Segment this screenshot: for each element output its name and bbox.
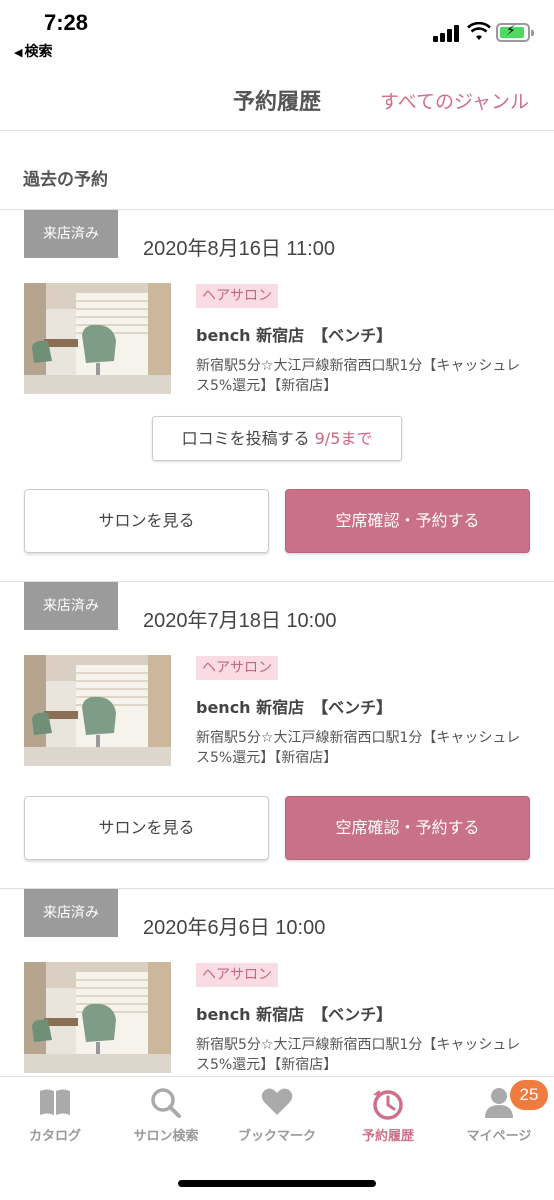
back-to-search-link[interactable]: ◀ 検索 [14, 41, 52, 61]
tab-reservation-history[interactable]: 予約履歴 [333, 1087, 443, 1144]
salon-thumbnail[interactable] [24, 283, 171, 394]
clock-icon [333, 1087, 443, 1121]
reservation-date: 2020年6月6日 10:00 [143, 917, 326, 939]
tab-label: サロン検索 [133, 1129, 199, 1144]
tab-salon-search[interactable]: サロン検索 [111, 1087, 221, 1144]
all-genres-link[interactable]: すべてのジャンル [380, 87, 529, 114]
tab-label: カタログ [28, 1129, 81, 1144]
heart-icon [222, 1087, 332, 1121]
status-time: 7:28 [44, 10, 89, 35]
salon-name[interactable]: bench 新宿店 【ベンチ】 [196, 694, 392, 718]
salon-thumbnail[interactable] [24, 655, 171, 766]
tab-catalog[interactable]: カタログ [0, 1087, 110, 1144]
reservation-date: 2020年8月16日 11:00 [143, 238, 335, 260]
search-icon [111, 1087, 221, 1121]
back-label: 検索 [24, 44, 53, 60]
view-salon-button[interactable]: サロンを見る [24, 489, 269, 553]
review-deadline: 9/5まで [314, 429, 373, 448]
notification-badge: 25 [510, 1080, 548, 1110]
salon-description: 新宿駅5分☆大江戸線新宿西口駅1分【キャッシュレス5%還元】【新宿店】 [196, 358, 521, 394]
status-bar: 7:28 ◀ 検索 ⚡ [0, 0, 554, 62]
genre-tag: ヘアサロン [196, 963, 278, 987]
review-label: 口コミを投稿する [181, 429, 310, 448]
section-title: 過去の予約 [23, 170, 108, 190]
tab-label: マイページ [466, 1129, 532, 1144]
reserve-button[interactable]: 空席確認・予約する [285, 489, 530, 553]
tab-label: 予約履歴 [361, 1129, 414, 1144]
reservation-date: 2020年7月18日 10:00 [143, 610, 337, 632]
post-review-button[interactable]: 口コミを投稿する 9/5まで [152, 416, 402, 461]
genre-tag: ヘアサロン [196, 656, 278, 680]
salon-description: 新宿駅5分☆大江戸線新宿西口駅1分【キャッシュレス5%還元】【新宿店】 [196, 1037, 521, 1073]
view-salon-button[interactable]: サロンを見る [24, 796, 269, 860]
salon-name[interactable]: bench 新宿店 【ベンチ】 [196, 322, 392, 346]
home-indicator[interactable] [178, 1180, 376, 1187]
status-badge: 来店済み [24, 889, 118, 937]
genre-tag: ヘアサロン [196, 284, 278, 308]
status-badge: 来店済み [24, 210, 118, 258]
salon-thumbnail[interactable] [24, 962, 171, 1073]
back-arrow-icon: ◀ [14, 46, 23, 59]
status-badge: 来店済み [24, 582, 118, 630]
wifi-icon [467, 22, 491, 40]
header: 予約履歴 すべてのジャンル [0, 62, 554, 131]
battery-icon: ⚡ [496, 23, 534, 42]
salon-name[interactable]: bench 新宿店 【ベンチ】 [196, 1001, 392, 1025]
tab-label: ブックマーク [237, 1129, 316, 1144]
book-icon [0, 1087, 110, 1121]
reserve-button[interactable]: 空席確認・予約する [285, 796, 530, 860]
tab-bookmark[interactable]: ブックマーク [222, 1087, 332, 1144]
salon-description: 新宿駅5分☆大江戸線新宿西口駅1分【キャッシュレス5%還元】【新宿店】 [196, 730, 521, 766]
signal-icon [433, 24, 463, 42]
